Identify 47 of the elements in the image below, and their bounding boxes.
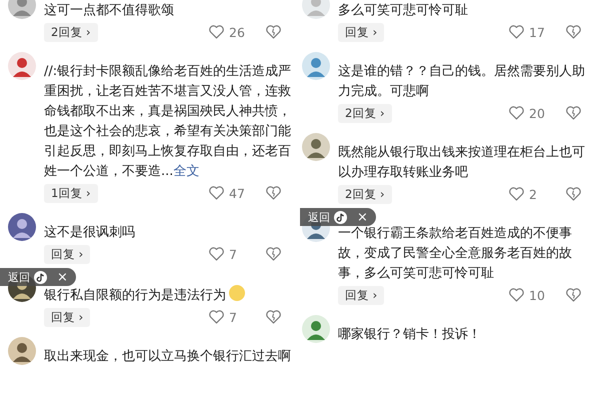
like-count: 47 (229, 186, 246, 200)
full-text-link[interactable]: 全文 (173, 164, 200, 179)
like-icon[interactable] (208, 185, 225, 201)
comment-text: 一个银行霸王条款给老百姓造成的不便事故，变成了民警全心全意服务老百姓的故事，多么可笑可悲可怜可耻 (338, 225, 573, 283)
comment-text: 这可一点都不值得歌颂 (44, 2, 175, 20)
like-icon[interactable] (208, 24, 225, 40)
comment-text: //:银行封卡限额乱像给老百姓的生活造成严重困扰，让老百姓苦不堪言又没人管，连救命钱都取不出来，真是祸国殃民人神共愤，也是这个社会的悲哀，希望有关决策部门能引起反思，即刻马上恢复存取自由，还老百姓一个公道，不要造...全文 (44, 63, 292, 181)
like-icon[interactable] (508, 287, 525, 303)
reply-button[interactable]: 1回复 › (44, 184, 98, 202)
like-icon[interactable] (508, 105, 525, 121)
like-icon[interactable] (208, 309, 225, 325)
note-icon (34, 270, 47, 284)
comment-text: 取出来现金，也可以立马换个银行汇过去啊 (44, 348, 292, 366)
like-count: 26 (229, 24, 246, 40)
like-count: 7 (229, 310, 238, 324)
like-count: 10 (529, 288, 546, 302)
dislike-icon[interactable] (265, 24, 282, 40)
like-icon[interactable] (208, 246, 225, 262)
dislike-icon[interactable] (565, 105, 582, 121)
like-count: 2 (529, 186, 538, 202)
comment-text: 这是谁的错？？自己的钱。居然需要别人助力完成。可悲啊 (338, 63, 586, 101)
like-count: 7 (229, 246, 238, 262)
comment-text: 银行私自限额的行为是违法行为 (44, 284, 296, 306)
dislike-icon[interactable] (265, 246, 282, 262)
dislike-icon[interactable] (565, 287, 582, 303)
dislike-icon[interactable] (565, 186, 582, 202)
reply-button[interactable]: 2回复 › (338, 104, 392, 122)
reply-button[interactable]: 回复 › (338, 286, 384, 304)
back-button[interactable]: 返回 × (0, 268, 76, 286)
comment-text: 这不是很讽刺吗 (44, 224, 136, 242)
comment-text: 哪家银行？销卡！投诉！ (338, 326, 482, 344)
dislike-icon[interactable] (565, 24, 582, 40)
back-button[interactable]: 返回 × (300, 208, 376, 226)
dislike-icon[interactable] (265, 309, 282, 325)
reply-button[interactable]: 回复 › (44, 308, 90, 326)
comment-text: 既然能从银行取出钱来按道理在柜台上也可以办理存取转账业务吧 (338, 144, 586, 182)
like-icon[interactable] (508, 186, 525, 202)
like-count: 20 (529, 106, 546, 120)
comment-text: 多么可笑可悲可怜可耻 (338, 2, 469, 20)
reply-button[interactable]: 回复 › (338, 22, 384, 42)
like-icon[interactable] (508, 24, 525, 40)
dislike-icon[interactable] (265, 185, 282, 201)
reply-button[interactable]: 2回复 › (338, 184, 392, 204)
note-icon (334, 210, 347, 224)
like-count: 17 (529, 24, 546, 40)
reply-button[interactable]: 2回复 › (44, 22, 98, 42)
reply-button[interactable]: 回复 › (44, 244, 90, 264)
